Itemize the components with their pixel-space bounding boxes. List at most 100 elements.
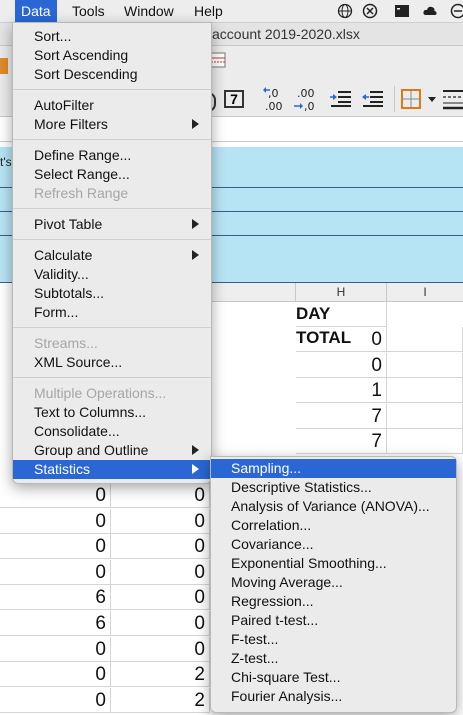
cell-g-value[interactable]: 0 — [111, 534, 210, 560]
statistics-item-descriptive-statistics[interactable]: Descriptive Statistics... — [211, 478, 456, 497]
cell-left-value[interactable]: 6 — [0, 611, 111, 636]
menu-help[interactable]: Help — [194, 0, 223, 22]
chevron-down-icon[interactable] — [428, 97, 436, 102]
data-menu-item-group-and-outline[interactable]: Group and Outline — [13, 441, 211, 460]
cell-h-value[interactable]: 7 — [296, 403, 387, 429]
add-decimal-icon[interactable]: ,0.00 — [262, 86, 286, 112]
menu-item-label: Group and Outline — [34, 442, 149, 458]
cell-g-value[interactable]: 0 — [111, 483, 210, 508]
data-menu-item-sort-descending[interactable]: Sort Descending — [13, 65, 211, 84]
data-menu-item-subtotals[interactable]: Subtotals... — [13, 284, 211, 303]
cell-h-value[interactable]: 1 — [296, 378, 387, 404]
cell-left-value[interactable]: 0 — [0, 534, 111, 560]
statistics-item-analysis-of-variance-anova[interactable]: Analysis of Variance (ANOVA)... — [211, 497, 456, 516]
data-menu-item-define-range[interactable]: Define Range... — [13, 146, 211, 165]
statistics-item-fourier-analysis[interactable]: Fourier Analysis... — [211, 687, 456, 706]
statistics-item-moving-average[interactable]: Moving Average... — [211, 573, 456, 592]
cell-g-value[interactable]: 0 — [111, 585, 210, 611]
cell-g-value[interactable]: 0 — [111, 636, 210, 662]
border-style-icon[interactable] — [443, 88, 463, 110]
menu-separator — [13, 377, 211, 378]
statistics-item-covariance[interactable]: Covariance... — [211, 535, 456, 554]
cell-left-value[interactable]: 6 — [0, 585, 111, 611]
chevron-right-icon — [192, 464, 199, 474]
statistics-item-chi-square-test[interactable]: Chi-square Test... — [211, 668, 456, 687]
data-menu: Sort... Sort Ascending Sort Descending Auto… — [12, 22, 212, 484]
menu-item-label: AutoFilter — [34, 97, 94, 113]
statistics-item-correlation[interactable]: Correlation... — [211, 516, 456, 535]
data-menu-item-xml-source[interactable]: XML Source... — [13, 353, 211, 372]
statistics-submenu: Sampling... Descriptive Statistics... Anal… — [210, 456, 457, 713]
data-menu-item-more-filters[interactable]: More Filters — [13, 115, 211, 134]
cell-h-value[interactable]: 7 — [296, 429, 387, 455]
menu-window[interactable]: Window — [124, 0, 174, 22]
cell-h-value[interactable]: 0 — [296, 327, 387, 352]
statistics-item-exponential-smoothing[interactable]: Exponential Smoothing... — [211, 554, 456, 573]
menu-separator — [13, 139, 211, 140]
data-menu-item-multiple-operations: Multiple Operations... — [13, 384, 211, 403]
cell-g-value[interactable]: 0 — [111, 508, 210, 534]
cell-i-empty[interactable] — [387, 403, 463, 429]
data-menu-item-sort-ascending[interactable]: Sort Ascending — [13, 46, 211, 65]
window-title: account 2019-2020.xlsx — [212, 26, 360, 42]
statistics-item-f-test[interactable]: F-test... — [211, 630, 456, 649]
menu-data[interactable]: Data — [15, 0, 57, 22]
data-menu-item-text-to-columns[interactable]: Text to Columns... — [13, 403, 211, 422]
menu-item-label: Sort Ascending — [34, 47, 129, 63]
data-menu-item-form[interactable]: Form... — [13, 303, 211, 322]
status-icon[interactable] — [450, 3, 463, 19]
table-icon[interactable] — [210, 52, 226, 68]
cell-i-empty[interactable] — [387, 378, 463, 404]
menu-item-label: Streams... — [34, 335, 98, 351]
menu-item-label: Calculate — [34, 247, 93, 263]
data-menu-item-validity[interactable]: Validity... — [13, 265, 211, 284]
statistics-item-z-test[interactable]: Z-test... — [211, 649, 456, 668]
cell-g-value[interactable]: 0 — [111, 611, 210, 636]
cell-left-value[interactable]: 0 — [0, 687, 111, 713]
statistics-item-sampling[interactable]: Sampling... — [211, 459, 456, 478]
day-total-header[interactable]: DAY TOTAL — [296, 302, 387, 347]
menu-separator — [13, 239, 211, 240]
cell-left-value[interactable]: 0 — [0, 508, 111, 534]
data-menu-item-pivot-table[interactable]: Pivot Table — [13, 215, 211, 234]
data-menu-item-consolidate[interactable]: Consolidate... — [13, 422, 211, 441]
cloud-icon[interactable] — [422, 3, 438, 19]
data-menu-item-statistics[interactable]: Statistics — [13, 460, 211, 479]
svg-text:.00: .00 — [297, 87, 315, 100]
cell-left-value[interactable]: 0 — [0, 483, 111, 508]
statistics-item-paired-t-test[interactable]: Paired t-test... — [211, 611, 456, 630]
menu-item-label: More Filters — [34, 116, 108, 132]
cell-i-empty[interactable] — [387, 352, 463, 378]
truncated-cell-text: t's — [0, 155, 12, 169]
terminal-icon[interactable] — [394, 3, 410, 19]
column-header-i[interactable]: I — [387, 283, 463, 302]
cell-i-empty[interactable] — [387, 429, 463, 455]
menu-bar: Data Tools Window Help — [0, 0, 463, 23]
cell-left-value[interactable]: 0 — [0, 636, 111, 662]
cell-g-value[interactable]: 2 — [111, 687, 210, 713]
cell-g-value[interactable]: 2 — [111, 662, 210, 688]
cell-h-value[interactable]: 0 — [296, 352, 387, 378]
remove-decimal-icon[interactable]: .00,0 — [294, 86, 318, 112]
toolbar-icon-fragment[interactable] — [0, 58, 8, 74]
close-circle-icon[interactable] — [362, 3, 378, 19]
statistics-item-regression[interactable]: Regression... — [211, 592, 456, 611]
menu-tools[interactable]: Tools — [72, 0, 105, 22]
data-menu-item-calculate[interactable]: Calculate — [13, 246, 211, 265]
borders-icon[interactable] — [401, 89, 421, 109]
data-menu-item-sort[interactable]: Sort... — [13, 27, 211, 46]
cell-g-value[interactable]: 0 — [111, 559, 210, 585]
cell-i-empty[interactable] — [387, 327, 463, 352]
cell-left-value[interactable]: 0 — [0, 662, 111, 688]
menu-item-label: Sort Descending — [34, 66, 138, 82]
cell-left-value[interactable]: 0 — [0, 559, 111, 585]
number-format-icon[interactable]: 7 — [224, 90, 244, 108]
data-menu-item-autofilter[interactable]: AutoFilter — [13, 96, 211, 115]
increase-indent-icon[interactable] — [330, 90, 352, 108]
chevron-right-icon — [192, 219, 199, 229]
data-menu-item-select-range[interactable]: Select Range... — [13, 165, 211, 184]
menu-item-label: XML Source... — [34, 354, 123, 370]
column-header-h[interactable]: H — [296, 283, 387, 302]
decrease-indent-icon[interactable] — [362, 90, 384, 108]
globe-icon[interactable] — [337, 3, 353, 19]
